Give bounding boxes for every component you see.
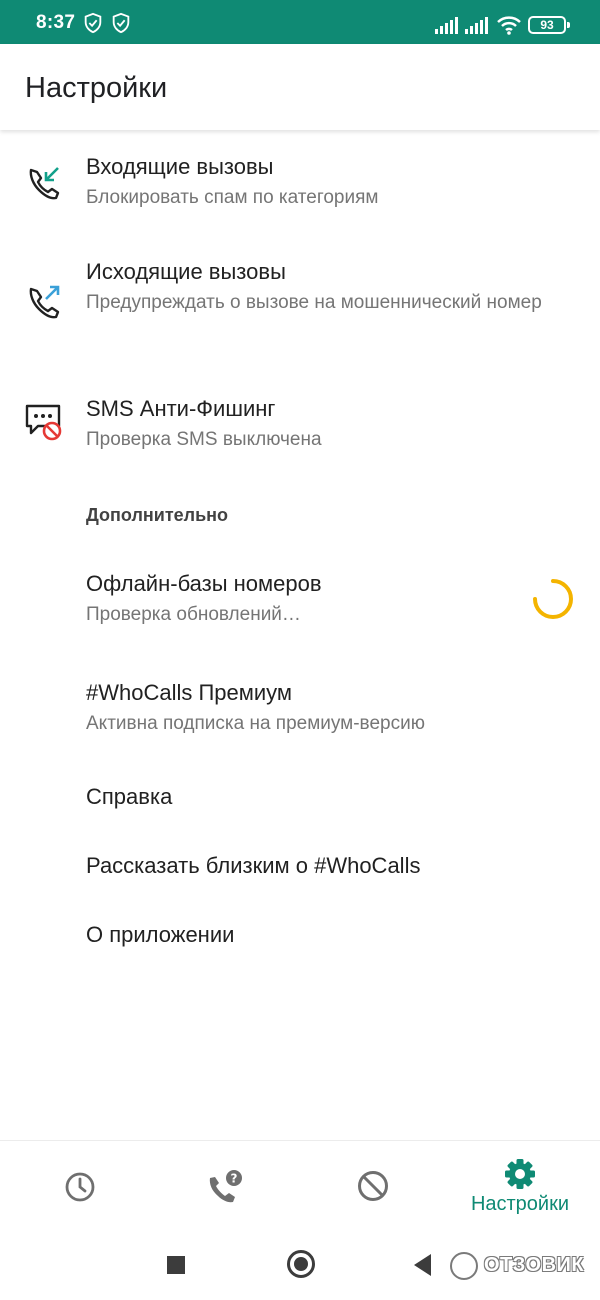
back-button[interactable] (414, 1254, 431, 1276)
setting-subtitle: Проверка обновлений… (86, 604, 301, 625)
setting-subtitle: Блокировать спам по категориям (86, 187, 379, 208)
history-icon (65, 1172, 95, 1202)
setting-title: SMS Анти-Фишинг (86, 396, 276, 421)
setting-title: Офлайн-базы номеров (86, 571, 322, 596)
outgoing-call-icon (24, 281, 64, 321)
setting-offline-db[interactable]: Офлайн-базы номеров Проверка обновлений… (0, 558, 600, 642)
setting-share[interactable]: Рассказать близким о #WhoCalls (0, 838, 600, 894)
setting-premium[interactable]: #WhoCalls Премиум Активна подписка на пр… (0, 667, 600, 751)
setting-subtitle: Предупреждать о вызове на мошеннический … (86, 292, 542, 313)
setting-about[interactable]: О приложении (0, 906, 600, 962)
setting-title: #WhoCalls Премиум (86, 680, 293, 705)
wifi-icon (496, 14, 522, 36)
svg-text:?: ? (231, 1172, 238, 1186)
nav-settings[interactable]: Настройки (445, 1141, 595, 1229)
home-button[interactable] (287, 1250, 315, 1278)
status-time: 8:37 (36, 12, 76, 33)
signal-icon (434, 16, 460, 34)
status-bar: 8:37 93 (0, 0, 600, 44)
setting-title: Рассказать близким о #WhoCalls (86, 853, 421, 878)
nav-blocked[interactable] (298, 1141, 448, 1229)
setting-title: Исходящие вызовы (86, 259, 286, 284)
gear-icon (505, 1159, 535, 1189)
shield-check-icon (82, 12, 104, 34)
app-bar: Настройки (0, 44, 600, 130)
shield-check-icon (110, 12, 132, 34)
signal-icon (464, 16, 490, 34)
setting-title: Справка (86, 784, 173, 809)
watermark-logo-icon (450, 1252, 478, 1280)
nav-history[interactable] (6, 1141, 156, 1229)
nav-settings-label: Настройки (470, 1193, 570, 1215)
watermark: ОТЗОВИК (484, 1254, 585, 1276)
block-icon (358, 1171, 388, 1201)
setting-incoming-calls[interactable]: Входящие вызовы Блокировать спам по кате… (0, 140, 600, 236)
battery-icon: 93 (528, 16, 570, 34)
setting-subtitle: Активна подписка на премиум-версию (86, 713, 425, 734)
incoming-call-icon (24, 162, 64, 202)
section-header-additional: Дополнительно (86, 505, 229, 525)
nav-call-check[interactable]: ? (150, 1141, 300, 1229)
sms-block-icon (24, 402, 64, 442)
setting-help[interactable]: Справка (0, 768, 600, 824)
bottom-navigation: ? Настройки (0, 1140, 600, 1228)
recents-button[interactable] (167, 1256, 185, 1274)
setting-title: О приложении (86, 922, 235, 947)
setting-sms-antiphishing[interactable]: SMS Анти-Фишинг Проверка SMS выключена (0, 382, 600, 472)
loading-spinner-icon (533, 579, 573, 619)
setting-subtitle: Проверка SMS выключена (86, 429, 322, 450)
setting-title: Входящие вызовы (86, 154, 274, 179)
setting-outgoing-calls[interactable]: Исходящие вызовы Предупреждать о вызове … (0, 245, 600, 355)
call-question-icon: ? (209, 1170, 242, 1203)
page-title: Настройки (25, 72, 168, 104)
